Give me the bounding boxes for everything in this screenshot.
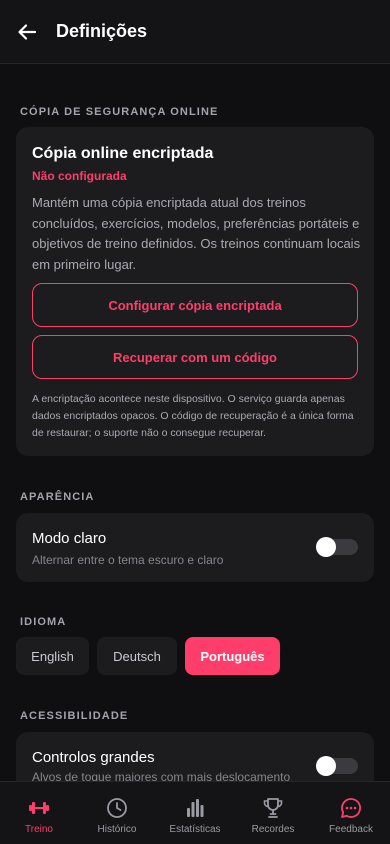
language-option-english[interactable]: English: [16, 637, 89, 675]
large-controls-subtitle: Alvos de toque maiores com mais deslocam…: [32, 770, 291, 781]
dumbbell-icon: [29, 802, 49, 814]
tab-label: Feedback: [329, 824, 373, 835]
large-controls-row[interactable]: Controlos grandes Alvos de toque maiores…: [16, 732, 374, 781]
trophy-icon: [263, 798, 283, 818]
light-mode-subtitle: Alternar entre o tema escuro e claro: [32, 553, 224, 567]
tab-label: Recordes: [251, 824, 295, 835]
settings-screen: Definições CÓPIA DE SEGURANÇA ONLINE Cóp…: [0, 0, 390, 844]
toggle-knob: [316, 537, 336, 557]
section-label-appearance: APARÊNCIA: [20, 491, 95, 503]
top-bar: Definições: [0, 0, 390, 64]
chat-bubble-icon: [341, 798, 361, 818]
tab-treino[interactable]: Treino: [0, 782, 78, 844]
large-controls-title: Controlos grandes: [32, 749, 155, 766]
large-controls-toggle[interactable]: [316, 756, 358, 776]
back-button[interactable]: [16, 21, 38, 43]
bar-chart-icon: [187, 799, 204, 817]
tab-estatisticas[interactable]: Estatísticas: [156, 782, 234, 844]
tab-label: Treino: [25, 824, 53, 835]
light-mode-row[interactable]: Modo claro Alternar entre o tema escuro …: [16, 513, 374, 582]
tab-label: Histórico: [97, 824, 137, 835]
language-option-deutsch[interactable]: Deutsch: [97, 637, 177, 675]
section-label-accessibility: ACESSIBILIDADE: [20, 710, 129, 722]
backup-title: Cópia online encriptada: [32, 145, 214, 162]
configure-backup-button[interactable]: Configurar cópia encriptada: [32, 283, 358, 327]
backup-card: Cópia online encriptada Não configurada …: [16, 127, 374, 456]
section-label-backup: CÓPIA DE SEGURANÇA ONLINE: [20, 106, 219, 118]
arrow-left-icon: [18, 23, 37, 40]
tab-label: Estatísticas: [169, 824, 221, 835]
page-title: Definições: [56, 21, 148, 41]
settings-content[interactable]: CÓPIA DE SEGURANÇA ONLINE Cópia online e…: [0, 64, 390, 781]
tab-feedback[interactable]: Feedback: [312, 782, 390, 844]
backup-description: Mantém uma cópia encriptada atual dos tr…: [32, 195, 361, 272]
section-label-language: IDIOMA: [20, 616, 67, 628]
light-mode-toggle[interactable]: [316, 537, 358, 557]
tab-recordes[interactable]: Recordes: [234, 782, 312, 844]
light-mode-title: Modo claro: [32, 530, 107, 547]
encryption-note: A encriptação acontece neste dispositivo…: [32, 393, 354, 439]
language-option-portugues[interactable]: Português: [185, 637, 280, 675]
toggle-knob: [316, 756, 336, 776]
recover-with-code-button[interactable]: Recuperar com um código: [32, 335, 358, 379]
tab-historico[interactable]: Histórico: [78, 782, 156, 844]
clock-icon: [107, 798, 127, 818]
bottom-tab-bar: Treino Histórico Estatísticas Recordes F…: [0, 781, 390, 844]
backup-status-badge: Não configurada: [32, 169, 127, 183]
